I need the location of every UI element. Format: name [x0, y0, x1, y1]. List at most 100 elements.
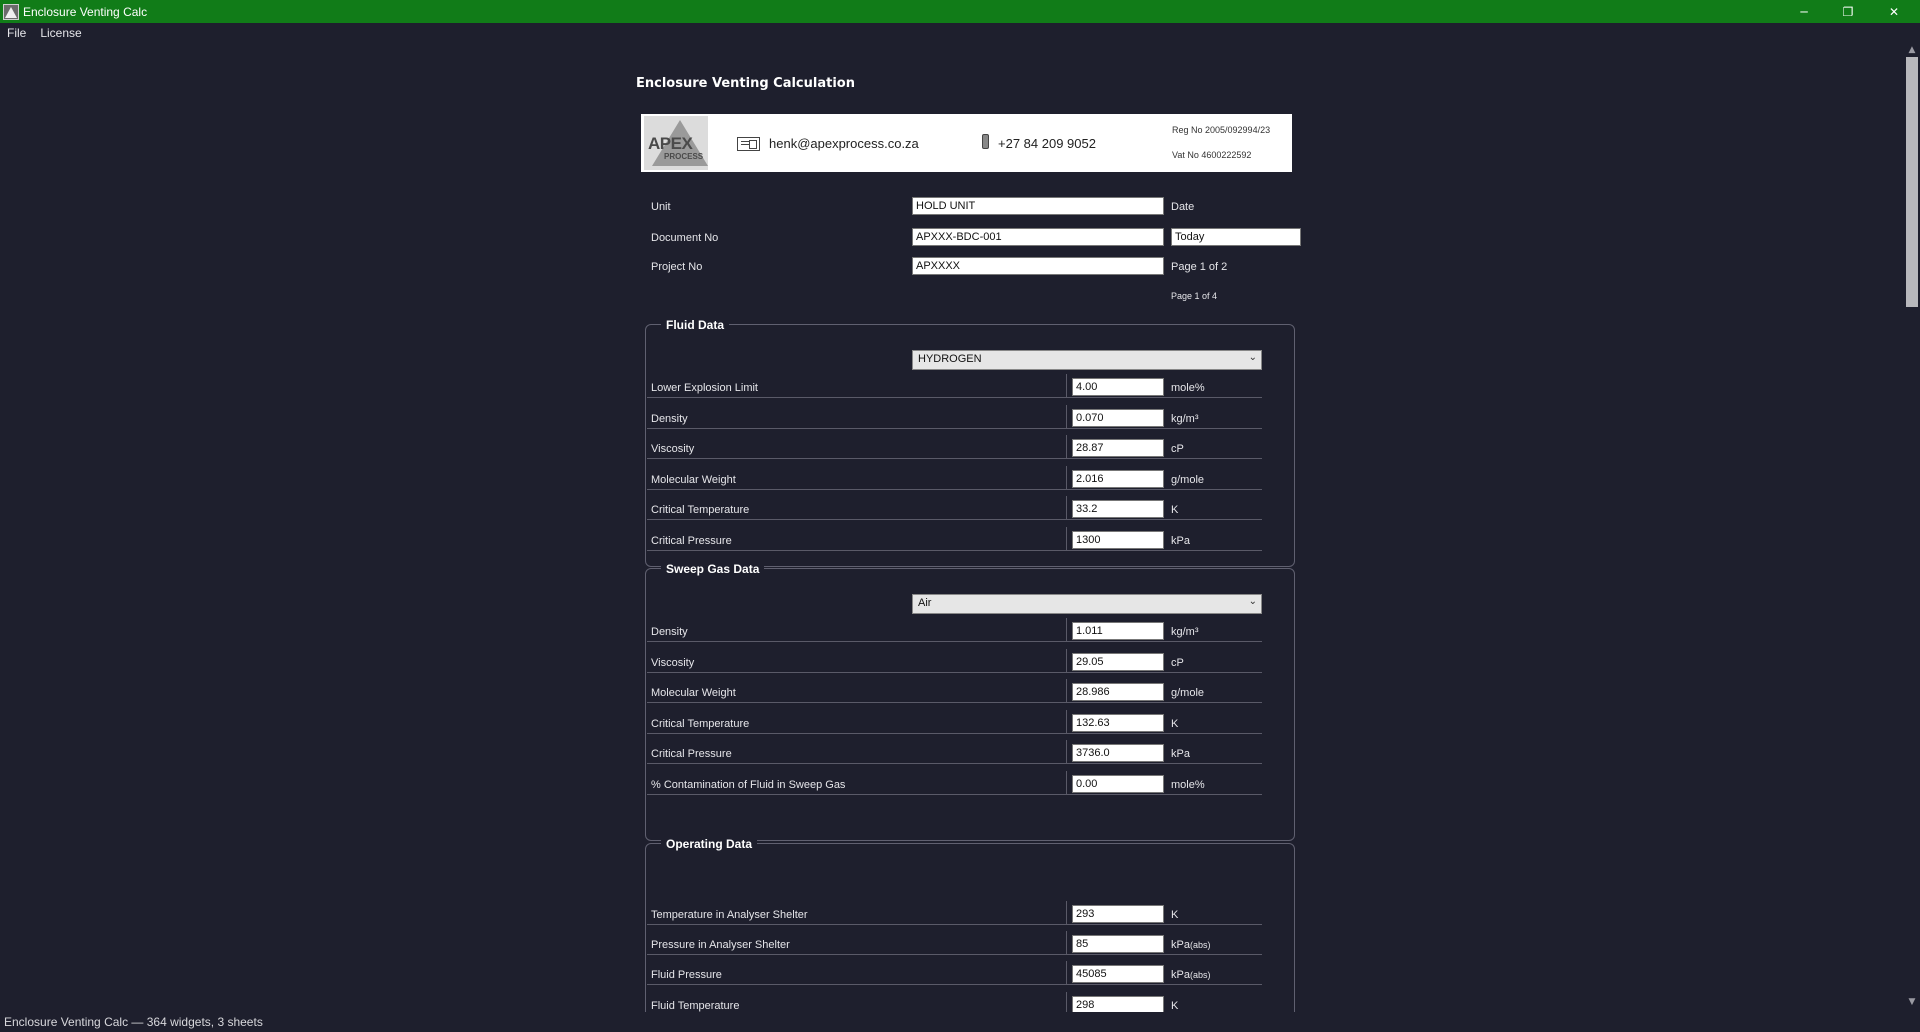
row-value-input[interactable]: 132.63: [1072, 713, 1164, 732]
row-divider: [647, 427, 1262, 429]
registration-number: Reg No 2005/092994/23: [1172, 125, 1271, 135]
column-divider: [1066, 618, 1067, 642]
row-unit-text: K: [1171, 909, 1179, 921]
document-no-input[interactable]: APXXX-BDC-001: [912, 228, 1164, 246]
row-unit-text: g/mole: [1171, 473, 1205, 486]
document-no-label: Document No: [651, 232, 719, 244]
row-unit-text: g/mole: [1171, 687, 1205, 699]
status-text: Enclosure Venting Calc — 364 widgets, 3 …: [4, 1015, 263, 1029]
row-divider: [647, 641, 1262, 642]
row-value-input[interactable]: 4.00: [1072, 378, 1164, 396]
row-value-input[interactable]: 1.011: [1072, 622, 1164, 640]
operating-data-title: Operating Data: [661, 837, 758, 851]
row-value-input[interactable]: 28.87: [1072, 439, 1164, 457]
row-divider: [647, 984, 1262, 986]
row-unit: g/mole: [1171, 474, 1204, 486]
unit-label: Unit: [651, 201, 671, 213]
row-value-input[interactable]: 3736.0: [1072, 744, 1164, 762]
close-button[interactable]: ✕: [1872, 0, 1916, 23]
vat-number: Vat No 4600222592: [1172, 150, 1252, 160]
row-value-input[interactable]: 29.05: [1072, 652, 1164, 671]
row-label: Critical Temperature: [651, 504, 750, 516]
app-icon: [3, 3, 19, 20]
minimize-button[interactable]: ─: [1782, 0, 1826, 23]
row-unit-text: cP: [1171, 656, 1184, 669]
row-value-input[interactable]: 1300: [1072, 530, 1164, 549]
column-divider: [1066, 404, 1067, 429]
fluid-data-title: Fluid Data: [661, 318, 730, 332]
row-unit-text: mole%: [1171, 382, 1205, 394]
row-unit-text: kPa: [1171, 534, 1190, 547]
title-bar: Enclosure Venting Calc ─ ❐ ✕: [0, 0, 1920, 23]
unit-input[interactable]: HOLD UNIT: [912, 197, 1164, 215]
scrollbar-thumb[interactable]: [1906, 57, 1918, 307]
row-unit: kPa: [1171, 748, 1190, 760]
column-divider: [1066, 496, 1067, 520]
row-unit: cP: [1171, 657, 1184, 669]
row-divider: [647, 549, 1262, 551]
row-unit-text: kg/m³: [1171, 626, 1199, 638]
row-unit: K: [1171, 1000, 1178, 1012]
row-unit-text: K: [1171, 717, 1179, 730]
row-label: Temperature in Analyser Shelter: [651, 909, 808, 921]
vertical-scrollbar[interactable]: ▲ ▼: [1904, 43, 1920, 1012]
minimize-icon: ─: [1800, 4, 1808, 19]
row-divider: [647, 397, 1262, 398]
fluid-select[interactable]: HYDROGEN ⌄: [912, 350, 1262, 370]
sweep-gas-select-value: Air: [918, 597, 932, 609]
row-unit: kg/m³: [1171, 626, 1199, 638]
row-value-input[interactable]: 2.016: [1072, 469, 1164, 488]
row-value-input[interactable]: 28.986: [1072, 683, 1164, 701]
restore-button[interactable]: ❐: [1826, 0, 1870, 23]
row-label: Critical Pressure: [651, 534, 732, 547]
row-label: Density: [651, 412, 688, 425]
project-no-input[interactable]: APXXXX: [912, 257, 1164, 275]
row-label: Fluid Temperature: [651, 999, 740, 1012]
row-unit-text: K: [1171, 999, 1179, 1012]
row-value-input[interactable]: 0.00: [1072, 774, 1164, 793]
row-label: Lower Explosion Limit: [651, 382, 758, 394]
chevron-down-icon: ⌄: [1248, 596, 1257, 607]
column-divider: [1066, 770, 1067, 795]
column-divider: [1066, 991, 1067, 1012]
row-unit: K: [1171, 718, 1178, 730]
column-divider: [1066, 679, 1067, 703]
column-divider: [1066, 648, 1067, 673]
row-value-input[interactable]: 298: [1072, 995, 1164, 1012]
row-value-input[interactable]: 33.2: [1072, 500, 1164, 518]
row-value-input[interactable]: 85: [1072, 935, 1164, 954]
row-value-input[interactable]: 0.070: [1072, 408, 1164, 427]
scroll-down-icon[interactable]: ▼: [1907, 995, 1917, 1009]
row-divider: [647, 793, 1262, 795]
row-divider: [647, 763, 1262, 764]
row-label: Molecular Weight: [651, 473, 736, 486]
window-title: Enclosure Venting Calc: [23, 4, 148, 19]
scroll-up-icon[interactable]: ▲: [1907, 43, 1917, 57]
row-unit: g/mole: [1171, 687, 1204, 699]
menu-license[interactable]: License: [33, 26, 88, 40]
row-divider: [647, 702, 1262, 703]
row-label: Viscosity: [651, 443, 695, 455]
row-label: Density: [651, 626, 688, 638]
fluid-select-value: HYDROGEN: [918, 353, 982, 365]
row-value-input[interactable]: 45085: [1072, 965, 1164, 984]
project-no-label: Project No: [651, 261, 703, 273]
menu-bar: File License: [0, 23, 1920, 43]
page-number-secondary: Page 1 of 4: [1171, 291, 1218, 301]
row-label: Critical Pressure: [651, 748, 732, 760]
close-icon: ✕: [1888, 4, 1900, 19]
row-value-input[interactable]: 293: [1072, 905, 1164, 923]
menu-file[interactable]: File: [0, 26, 33, 40]
row-unit: K: [1171, 909, 1178, 921]
operating-data-group: [645, 843, 1295, 1012]
sweep-gas-select[interactable]: Air ⌄: [912, 594, 1262, 614]
date-label: Date: [1171, 201, 1195, 213]
sweep-gas-data-title: Sweep Gas Data: [661, 562, 765, 576]
row-unit: mole%: [1171, 779, 1205, 791]
row-label: Pressure in Analyser Shelter: [651, 939, 790, 952]
row-unit-subscript: (abs): [1189, 970, 1211, 981]
company-phone: +27 84 209 9052: [998, 136, 1096, 151]
date-input[interactable]: Today: [1171, 228, 1301, 246]
company-logo: APEX PROCESS: [644, 116, 708, 170]
row-divider: [647, 732, 1262, 734]
